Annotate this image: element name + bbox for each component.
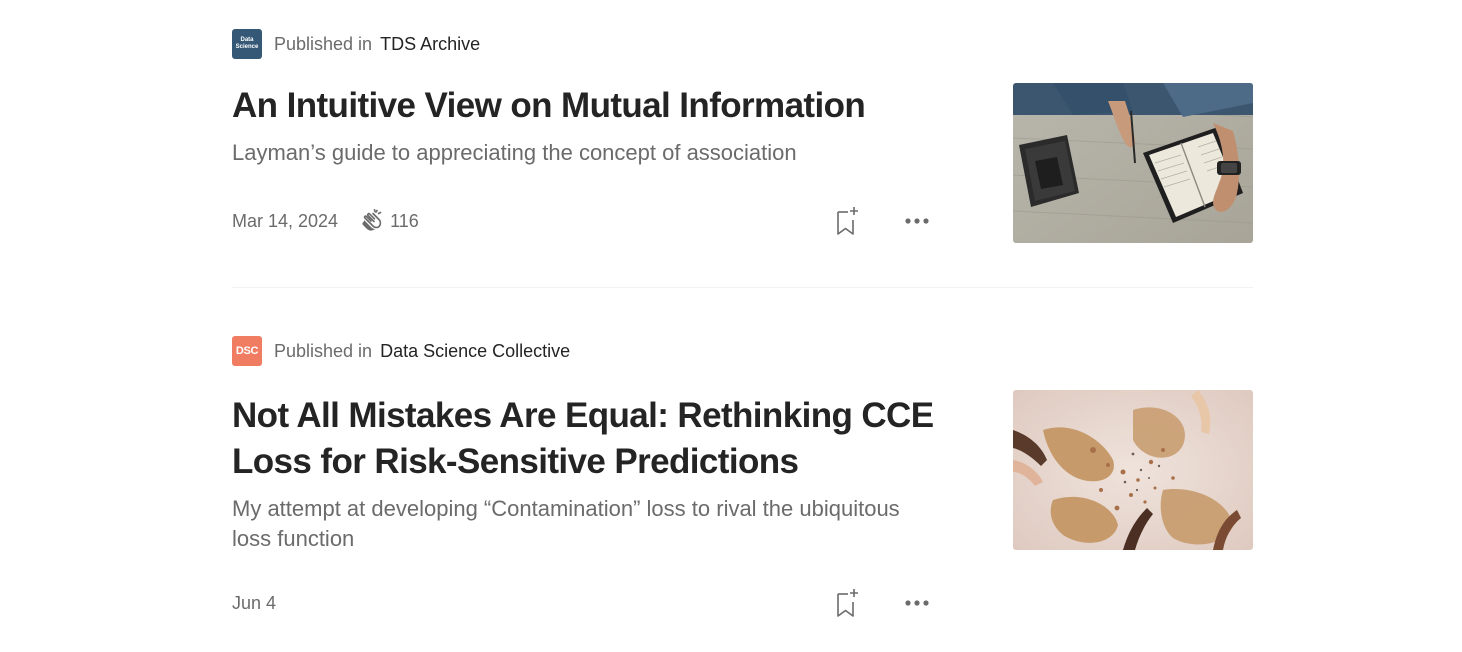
article-actions [832, 583, 932, 623]
article-subtitle[interactable]: My attempt at developing “Contamination”… [232, 494, 932, 554]
clap-count: 116 [360, 209, 419, 233]
published-in-prefix: Published in [274, 33, 373, 54]
clap-count-value: 116 [390, 210, 419, 231]
bookmark-button[interactable] [832, 586, 862, 620]
article-card[interactable]: Data Science Published in TDS Archive An… [232, 28, 1253, 248]
publication-name-link[interactable]: TDS Archive [380, 34, 480, 54]
article-title[interactable]: Not All Mistakes Are Equal: Rethinking C… [232, 393, 952, 485]
article-thumbnail[interactable] [1013, 83, 1253, 243]
publication-logo[interactable]: DSC [232, 336, 262, 366]
bookmark-add-icon [837, 207, 858, 235]
more-dots-icon [905, 218, 929, 224]
publication-logo[interactable]: Data Science [232, 29, 262, 59]
publication-name-link[interactable]: Data Science Collective [380, 341, 570, 361]
article-divider [232, 287, 1253, 288]
more-options-button[interactable] [902, 206, 932, 236]
hands-particles-photo [1013, 390, 1253, 550]
published-in-prefix: Published in [274, 340, 373, 361]
publication-logo-text: DSC [235, 345, 259, 357]
article-date: Jun 4 [232, 592, 277, 613]
article-meta: Mar 14, 2024 116 [232, 201, 932, 241]
article-card[interactable]: DSC Published in Data Science Collective… [232, 335, 1253, 635]
article-title[interactable]: An Intuitive View on Mutual Information [232, 83, 952, 129]
bookmark-add-icon [837, 589, 858, 617]
publication-label: Published in Data Science Collective [274, 341, 570, 362]
more-options-button[interactable] [902, 588, 932, 618]
more-dots-icon [905, 600, 929, 606]
article-feed: Data Science Published in TDS Archive An… [0, 0, 1462, 652]
publication-logo-line1: Data [240, 37, 254, 43]
desk-notebook-photo [1013, 83, 1253, 243]
publication-row: Data Science Published in TDS Archive [232, 28, 1253, 60]
publication-row: DSC Published in Data Science Collective [232, 335, 1253, 367]
article-thumbnail[interactable] [1013, 390, 1253, 550]
article-actions [832, 201, 932, 241]
article-date: Mar 14, 2024 [232, 210, 339, 231]
publication-label: Published in TDS Archive [274, 34, 480, 55]
clap-icon [362, 209, 382, 231]
publication-logo-line2: Science [235, 44, 259, 50]
article-subtitle[interactable]: Layman’s guide to appreciating the conce… [232, 138, 932, 168]
article-meta: Jun 4 [232, 583, 932, 623]
bookmark-button[interactable] [832, 204, 862, 238]
